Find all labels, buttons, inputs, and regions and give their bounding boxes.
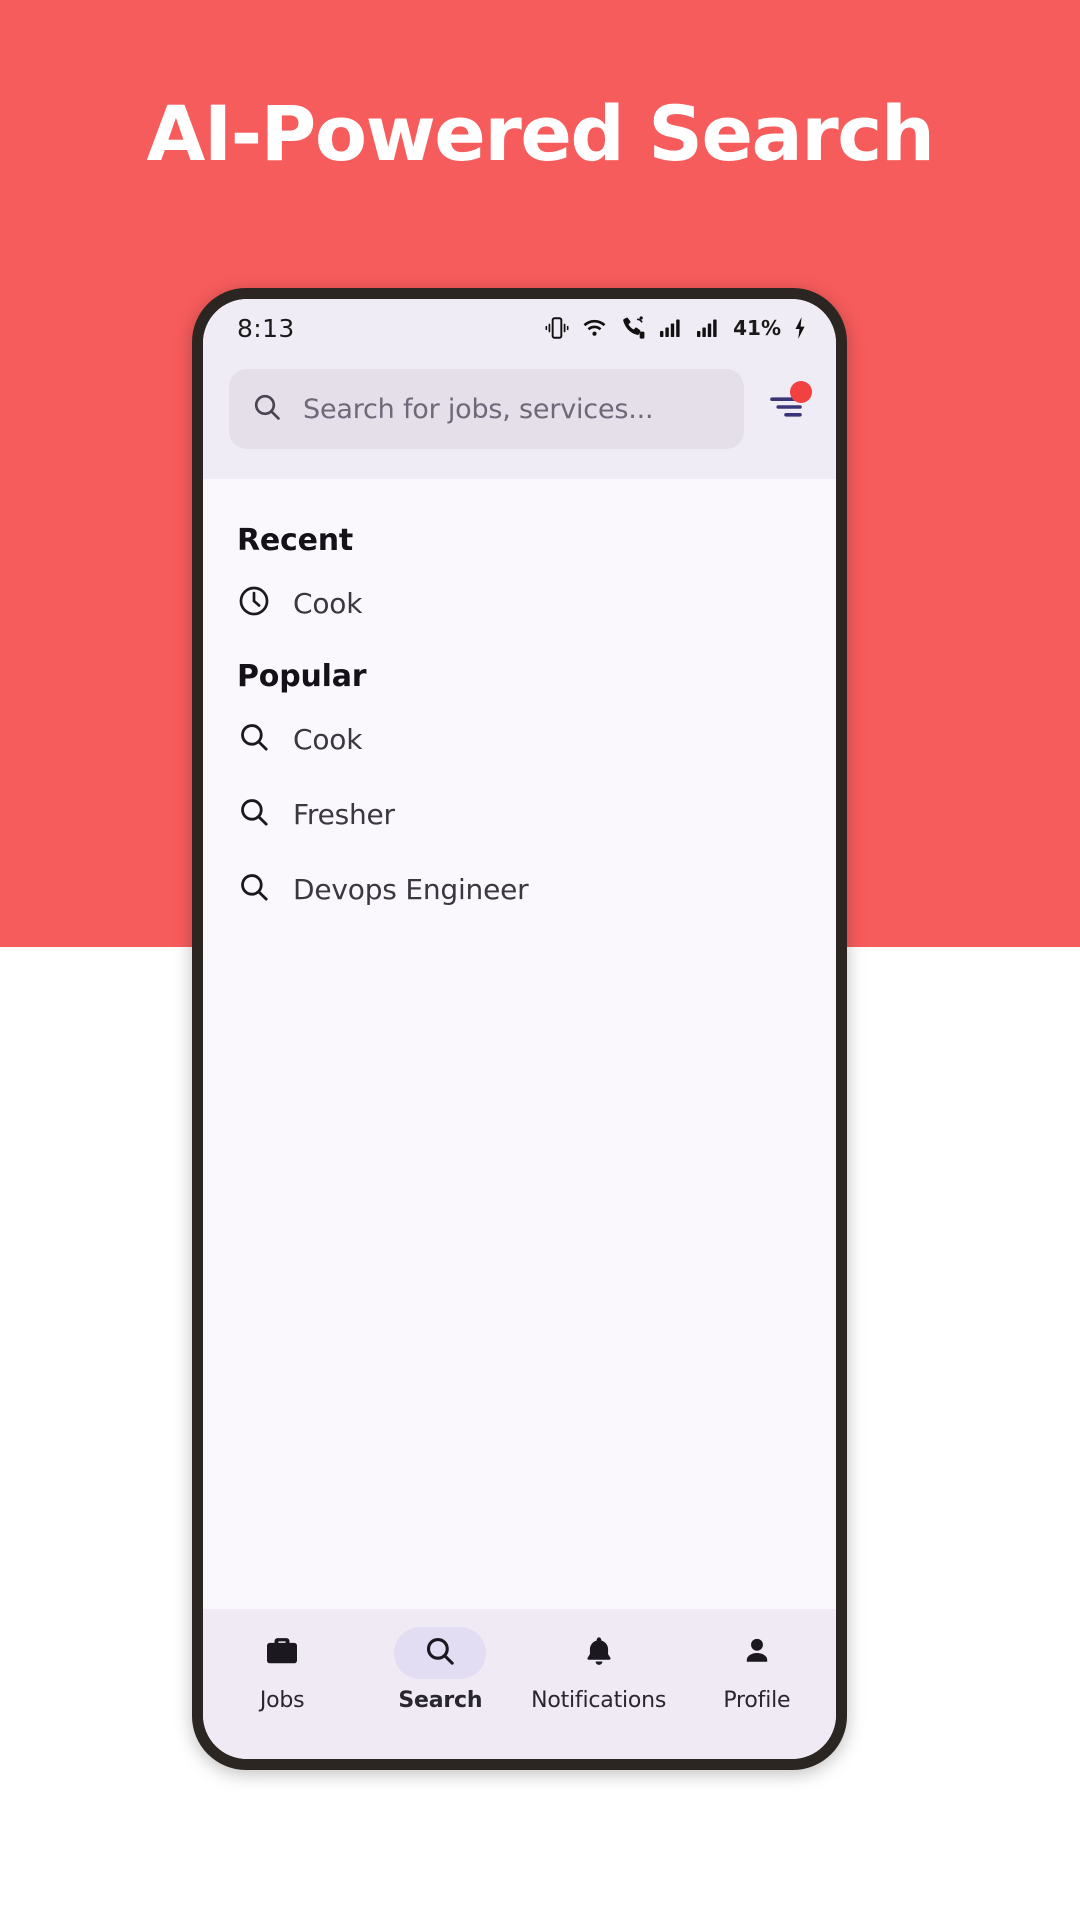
clock-icon: [237, 584, 271, 623]
status-icon-group: 41%: [544, 315, 808, 341]
filter-badge: [790, 381, 812, 403]
list-item-label: Devops Engineer: [293, 873, 529, 906]
filter-button[interactable]: [762, 379, 812, 439]
vibrate-icon: [544, 315, 570, 341]
nav-item-profile[interactable]: Profile: [682, 1627, 832, 1713]
suggestions-panel: Recent Cook Popular Cook Fresher Devops …: [203, 479, 836, 1609]
wifi-icon: [581, 315, 608, 341]
briefcase-icon: [264, 1633, 300, 1674]
search-placeholder: Search for jobs, services...: [303, 393, 654, 425]
nav-label: Search: [398, 1688, 483, 1713]
page-root: AI-Powered Search 8:13 41% Search for jo…: [0, 0, 1080, 1920]
call-signal-icon: [619, 315, 646, 341]
phone-screen: 8:13 41% Search for jobs, services... Re…: [203, 299, 836, 1759]
phone-frame: 8:13 41% Search for jobs, services... Re…: [192, 288, 847, 1770]
list-item-label: Fresher: [293, 798, 395, 831]
battery-percent-label: 41%: [733, 316, 781, 340]
list-item[interactable]: Fresher: [203, 777, 836, 852]
person-icon: [740, 1634, 774, 1673]
bottom-navigation: Jobs Search Notifications Profile: [203, 1609, 836, 1759]
nav-item-jobs[interactable]: Jobs: [207, 1627, 357, 1713]
status-time: 8:13: [237, 313, 295, 343]
search-input[interactable]: Search for jobs, services...: [229, 369, 744, 449]
section-title-recent: Recent: [237, 523, 354, 558]
nav-icon-wrap: [236, 1627, 328, 1679]
bell-icon: [582, 1634, 616, 1673]
nav-item-notifications[interactable]: Notifications: [524, 1627, 674, 1713]
nav-icon-wrap: [553, 1627, 645, 1679]
search-icon: [237, 795, 271, 834]
nav-label: Profile: [723, 1688, 791, 1713]
list-item[interactable]: Cook: [203, 702, 836, 777]
signal-bars-icon: [657, 316, 683, 340]
search-header: Search for jobs, services...: [203, 357, 836, 479]
search-icon: [251, 391, 283, 428]
search-icon: [237, 720, 271, 759]
signal-bars-icon: [694, 316, 720, 340]
list-item[interactable]: Cook: [203, 566, 836, 641]
list-item-label: Cook: [293, 587, 363, 620]
search-icon: [237, 870, 271, 909]
search-icon: [423, 1634, 457, 1673]
charging-bolt-icon: [792, 316, 808, 340]
nav-icon-wrap: [394, 1627, 487, 1679]
status-bar: 8:13 41%: [203, 299, 836, 357]
nav-label: Notifications: [531, 1688, 667, 1713]
nav-item-search[interactable]: Search: [365, 1627, 515, 1713]
list-item[interactable]: Devops Engineer: [203, 852, 836, 927]
page-title: AI-Powered Search: [146, 89, 935, 178]
list-item-label: Cook: [293, 723, 363, 756]
nav-label: Jobs: [259, 1688, 305, 1713]
section-title-popular: Popular: [237, 659, 367, 694]
nav-icon-wrap: [711, 1627, 803, 1679]
